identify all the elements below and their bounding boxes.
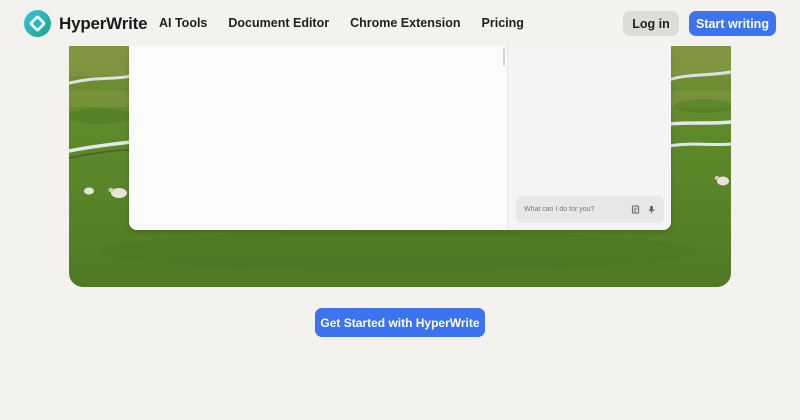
app-preview-window [129, 46, 671, 230]
nav-chrome-extension[interactable]: Chrome Extension [350, 16, 460, 30]
nav-ai-tools[interactable]: AI Tools [159, 16, 207, 30]
document-editor-pane[interactable] [129, 46, 507, 230]
microphone-icon[interactable] [647, 205, 656, 214]
assistant-chat-box [516, 196, 664, 223]
assistant-chat-input[interactable] [524, 206, 624, 213]
hyperwrite-logo-icon [24, 10, 51, 37]
get-started-button[interactable]: Get Started with HyperWrite [315, 308, 485, 337]
site-header: HyperWrite AI Tools Document Editor Chro… [0, 0, 800, 46]
main-nav: AI Tools Document Editor Chrome Extensio… [159, 0, 524, 46]
start-writing-button[interactable]: Start writing [689, 11, 776, 36]
brand-name: HyperWrite [59, 13, 148, 33]
landing-page: HyperWrite AI Tools Document Editor Chro… [0, 0, 800, 420]
editor-scrollbar[interactable] [503, 48, 505, 66]
login-button[interactable]: Log in [623, 11, 679, 36]
document-icon[interactable] [631, 205, 640, 214]
brand-link[interactable]: HyperWrite [24, 10, 148, 37]
nav-pricing[interactable]: Pricing [482, 16, 524, 30]
nav-document-editor[interactable]: Document Editor [228, 16, 329, 30]
assistant-side-pane [507, 46, 671, 230]
